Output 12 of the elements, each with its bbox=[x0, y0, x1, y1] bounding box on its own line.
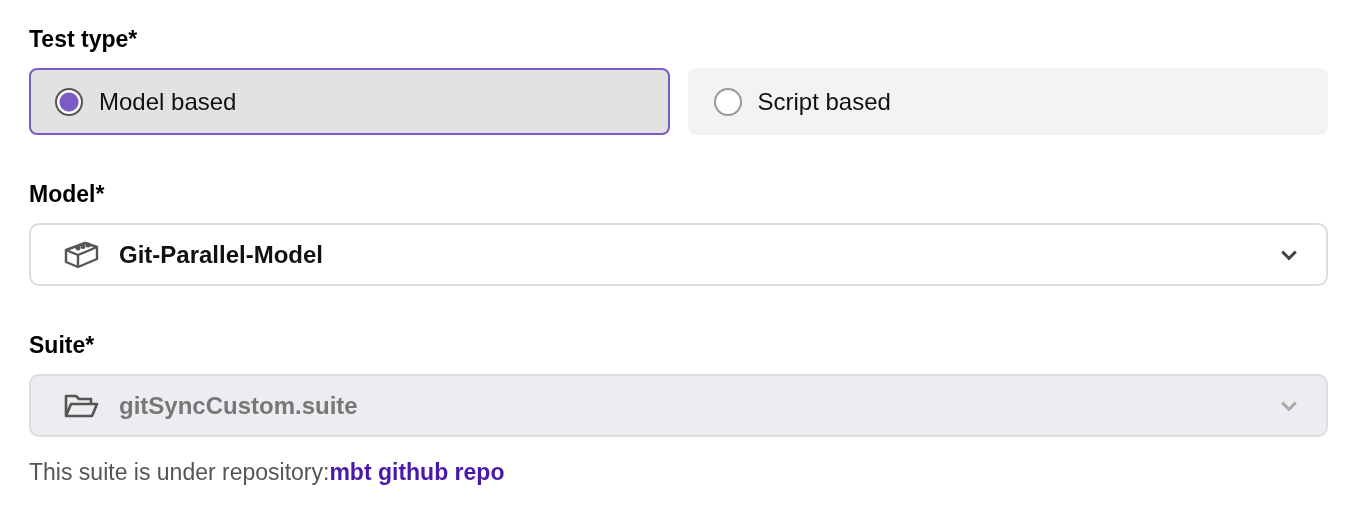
field-label: Test type* bbox=[29, 25, 139, 54]
helper-text: This suite is under repository:mbt github repo bbox=[29, 459, 506, 486]
repository-link[interactable]: mbt github repo bbox=[329, 459, 505, 485]
radio-icon bbox=[713, 87, 742, 116]
chevron-down-icon bbox=[1280, 248, 1298, 261]
field-label: Suite* bbox=[29, 331, 96, 360]
chevron-down-icon bbox=[1280, 399, 1298, 412]
radio-option[interactable]: Model based bbox=[29, 68, 670, 135]
radio-icon bbox=[55, 87, 83, 116]
field-label: Model* bbox=[29, 180, 106, 209]
dropdown[interactable]: Git-Parallel-Model bbox=[29, 223, 1328, 286]
radio-option[interactable]: Script based bbox=[687, 68, 1328, 135]
